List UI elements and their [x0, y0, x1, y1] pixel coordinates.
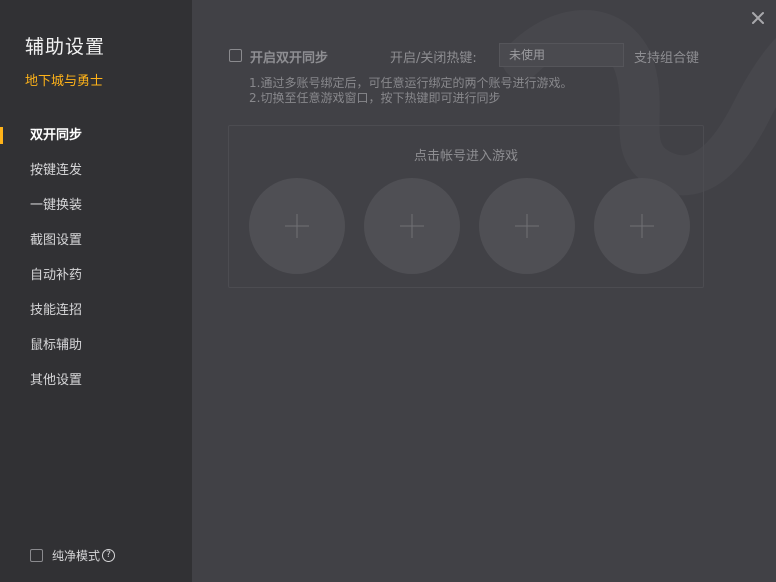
- plus-icon: [515, 214, 539, 238]
- plus-icon: [630, 214, 654, 238]
- hotkey-input[interactable]: 未使用: [499, 43, 624, 67]
- panel-title: 点击帐号进入游戏: [413, 149, 518, 164]
- sidebar-item-skill-combo[interactable]: 技能连招: [0, 293, 192, 328]
- sidebar-item-mouse-assist[interactable]: 鼠标辅助: [0, 328, 192, 363]
- sidebar-item-label: 双开同步: [30, 128, 83, 143]
- pure-mode-option: 纯净模式 ?: [30, 547, 116, 564]
- sidebar: 辅助设置 地下城与勇士 双开同步 按键连发 一键换装 截图设置 自动补药 技能连…: [0, 0, 192, 582]
- combo-key-label: 支持组合键: [634, 51, 700, 66]
- hotkey-label: 开启/关闭热键:: [390, 51, 477, 66]
- sidebar-item-equipment-swap[interactable]: 一键换装: [0, 188, 192, 223]
- sidebar-item-screenshot-settings[interactable]: 截图设置: [0, 223, 192, 258]
- sidebar-item-label: 鼠标辅助: [30, 338, 83, 353]
- dual-sync-settings-row: 开启双开同步 开启/关闭热键: 未使用 支持组合键: [229, 43, 729, 67]
- dual-sync-label: 开启双开同步: [250, 51, 329, 66]
- account-slot-4[interactable]: [594, 178, 690, 274]
- account-slot-2[interactable]: [364, 178, 460, 274]
- sidebar-item-dual-sync[interactable]: 双开同步: [0, 118, 192, 153]
- plus-icon: [285, 214, 309, 238]
- tip-line: 2.切换至任意游戏窗口，按下热键即可进行同步: [249, 91, 501, 105]
- sidebar-item-label: 自动补药: [30, 268, 83, 283]
- close-icon[interactable]: [750, 10, 766, 26]
- sidebar-item-label: 按键连发: [30, 163, 83, 178]
- sidebar-nav: 双开同步 按键连发 一键换装 截图设置 自动补药 技能连招 鼠标辅助 其他设置: [0, 118, 192, 398]
- account-panel: 点击帐号进入游戏: [228, 125, 704, 288]
- account-slot-1[interactable]: [249, 178, 345, 274]
- sidebar-item-key-repeat[interactable]: 按键连发: [0, 153, 192, 188]
- account-slot-3[interactable]: [479, 178, 575, 274]
- help-icon[interactable]: ?: [102, 549, 116, 562]
- sidebar-item-other-settings[interactable]: 其他设置: [0, 363, 192, 398]
- tips: 1.通过多账号绑定后，可任意运行绑定的两个账号进行游戏。 2.切换至任意游戏窗口…: [249, 76, 572, 106]
- pure-mode-label: 纯净模式: [52, 549, 101, 563]
- plus-icon: [400, 214, 424, 238]
- sidebar-item-label: 一键换装: [30, 198, 83, 213]
- page-title: 辅助设置: [25, 36, 106, 58]
- pure-mode-checkbox[interactable]: [30, 549, 43, 562]
- dual-sync-checkbox[interactable]: [229, 49, 242, 62]
- sidebar-item-label: 截图设置: [30, 233, 83, 248]
- sidebar-item-label: 技能连招: [30, 303, 83, 318]
- sidebar-item-auto-potion[interactable]: 自动补药: [0, 258, 192, 293]
- tip-line: 1.通过多账号绑定后，可任意运行绑定的两个账号进行游戏。: [249, 76, 573, 90]
- game-name: 地下城与勇士: [25, 74, 104, 89]
- sidebar-item-label: 其他设置: [30, 373, 83, 388]
